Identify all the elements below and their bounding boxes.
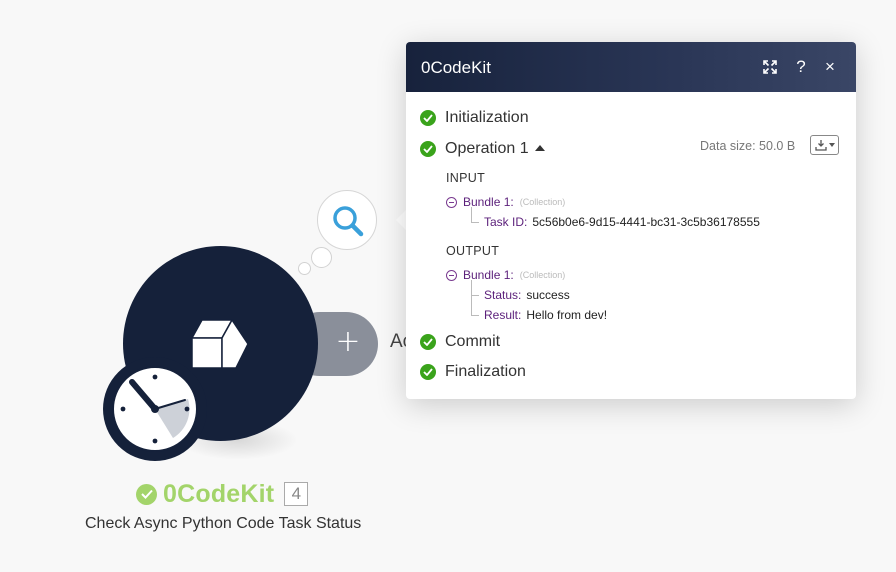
data-size-label: Data size: 50.0 B: [700, 139, 796, 153]
operation-count-badge[interactable]: 4: [284, 482, 309, 506]
thought-dot-medium: [311, 247, 332, 268]
phase-label: Commit: [445, 333, 501, 350]
phase-operation[interactable]: Operation 1: [420, 140, 545, 158]
check-icon: [420, 141, 436, 157]
bundle-type: (Collection): [519, 197, 566, 207]
field-value: Hello from dev!: [526, 308, 608, 322]
tree-connector: [471, 295, 479, 316]
collapse-icon[interactable]: [446, 196, 457, 208]
thought-dot-small: [298, 262, 311, 275]
bundle-type: (Collection): [519, 270, 566, 280]
execution-inspector-panel: 0CodeKit ? × Initialization Operation 1 …: [406, 42, 856, 399]
phase-initialization[interactable]: Initialization: [420, 109, 529, 127]
field-value: success: [526, 288, 570, 302]
input-section-label: INPUT: [446, 171, 485, 185]
field-key: Task ID:: [484, 215, 528, 229]
output-field-row: Status: success: [484, 288, 570, 302]
phase-label: Operation 1: [445, 140, 529, 157]
panel-title: 0CodeKit: [421, 58, 491, 77]
output-bundle[interactable]: Bundle 1: (Collection): [446, 268, 565, 282]
phase-commit[interactable]: Commit: [420, 333, 500, 351]
close-button[interactable]: ×: [819, 56, 841, 78]
input-field-row: Task ID: 5c56b0e6-9d15-4441-bc31-3c5b361…: [484, 215, 760, 229]
schedule-clock-icon[interactable]: [103, 357, 207, 461]
download-icon: [814, 140, 827, 151]
phase-label: Finalization: [445, 363, 526, 380]
field-key: Result:: [484, 308, 522, 322]
tree-connector: [471, 207, 479, 223]
chevron-down-icon: [828, 143, 835, 147]
phase-finalization[interactable]: Finalization: [420, 363, 526, 381]
panel-header: 0CodeKit ? ×: [406, 42, 856, 92]
collapse-icon[interactable]: [446, 269, 457, 281]
search-icon: [333, 206, 364, 237]
tree-connector: [471, 280, 479, 296]
module-title-row: 0CodeKit 4: [136, 478, 309, 510]
success-check-icon: [136, 483, 157, 505]
module-description: Check Async Python Code Task Status: [85, 515, 362, 532]
help-button[interactable]: ?: [790, 56, 812, 78]
caret-up-icon[interactable]: [534, 145, 545, 151]
panel-pointer: [396, 210, 406, 230]
plus-icon[interactable]: +: [333, 327, 363, 357]
output-section-label: OUTPUT: [446, 244, 500, 258]
expand-icon[interactable]: [759, 56, 781, 78]
field-value: 5c56b0e6-9d15-4441-bc31-3c5b36178555: [532, 215, 760, 229]
check-icon: [420, 110, 436, 126]
output-field-row: Result: Hello from dev!: [484, 308, 607, 322]
inspect-bubble[interactable]: [317, 190, 377, 250]
download-button[interactable]: [810, 135, 839, 155]
module-name[interactable]: 0CodeKit: [163, 480, 274, 509]
field-key: Status:: [484, 288, 522, 302]
check-icon: [420, 334, 436, 350]
input-bundle[interactable]: Bundle 1: (Collection): [446, 195, 565, 209]
phase-label: Initialization: [445, 109, 529, 126]
check-icon: [420, 364, 436, 380]
